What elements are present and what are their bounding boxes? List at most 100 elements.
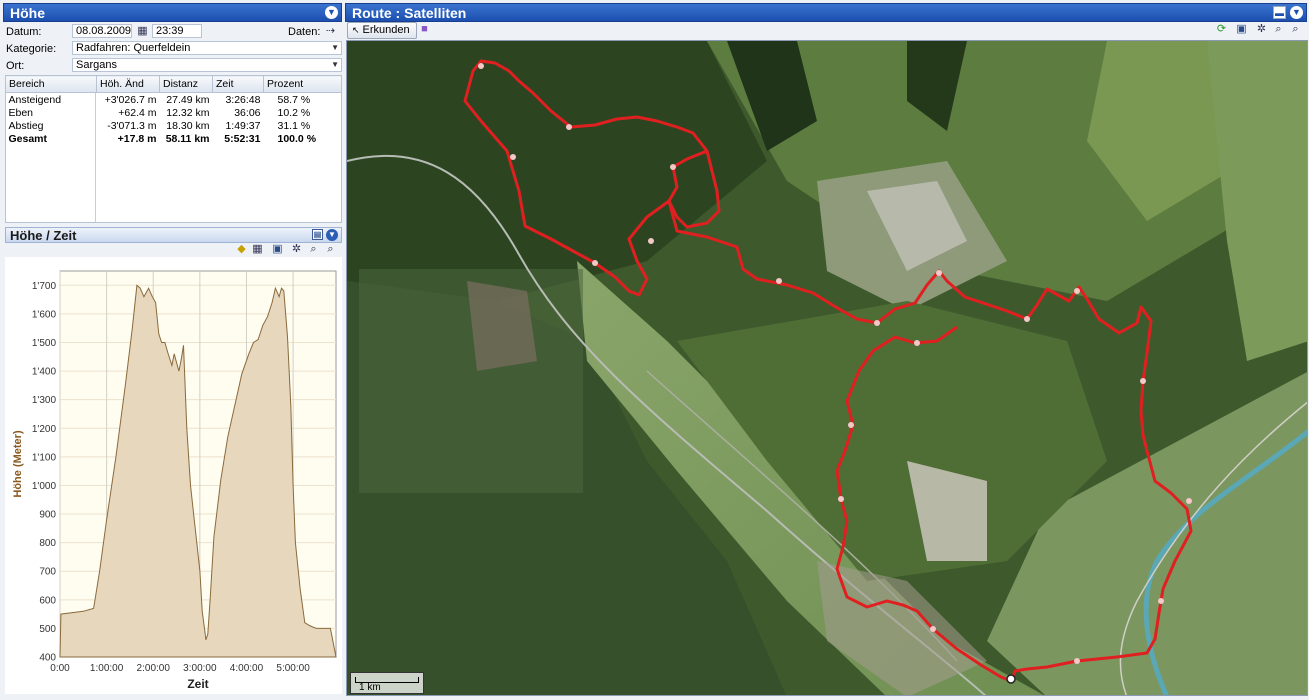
zoom-in-icon[interactable]: ⌕ (307, 243, 320, 256)
cell-bereich: Ansteigend (8, 93, 62, 106)
route-marker (914, 340, 920, 346)
x-tick-label: 1:00:00 (90, 663, 124, 674)
table-row[interactable]: Ansteigend +3'026.7 m 27.49 km 3:26:48 5… (6, 93, 342, 107)
x-tick-label: 5:00:00 (276, 663, 310, 674)
chart-panel-title: Höhe / Zeit ▤ ▼ (5, 227, 342, 243)
cell-prozent: 10.2 % (277, 106, 311, 119)
datum-row: Datum: 08.08.2009 ▦ 23:39 Daten: ⇢ (6, 24, 342, 40)
ort-row: Ort: Sargans ▼ (6, 58, 342, 74)
kategorie-label: Kategorie: (6, 43, 57, 55)
table-row[interactable]: Eben +62.4 m 12.32 km 36:06 10.2 % (6, 106, 342, 119)
datum-field[interactable]: 08.08.2009 (72, 24, 132, 38)
zoom-out-icon[interactable]: ⌕ (324, 243, 337, 256)
y-tick-label: 700 (39, 567, 56, 578)
chevron-down-icon[interactable]: ▼ (1290, 6, 1303, 19)
route-marker (566, 124, 572, 130)
diamond-icon[interactable]: ◆ (235, 243, 248, 256)
route-marker (930, 626, 936, 632)
chevron-down-icon[interactable]: ▼ (325, 6, 338, 19)
column-header-zeit[interactable]: Zeit (212, 75, 264, 93)
ort-label: Ort: (6, 60, 25, 72)
route-marker (1024, 316, 1030, 322)
kategorie-select-value: Radfahren: Querfeldein (76, 42, 191, 54)
x-axis-label: Zeit (187, 677, 208, 691)
chart-toolbar: ◆ ▦ ▣ ✲ ⌕ ⌕ (5, 243, 342, 257)
table-row-total[interactable]: Gesamt +17.8 m 58.11 km 5:52:31 100.0 % (6, 132, 342, 145)
ort-select[interactable]: Sargans ▼ (72, 58, 342, 72)
y-tick-label: 1'000 (32, 481, 57, 492)
cell-bereich: Abstieg (8, 119, 44, 132)
y-axis-label: Höhe (Meter) (12, 430, 24, 498)
y-tick-label: 1'100 (32, 452, 57, 463)
zoom-out-icon[interactable]: ⌕ (1289, 23, 1302, 36)
map-canvas[interactable] (347, 41, 1308, 696)
refresh-icon[interactable]: ⟳ (1215, 23, 1228, 36)
gear-icon[interactable]: ✲ (1255, 23, 1268, 36)
kategorie-row: Kategorie: Radfahren: Querfeldein ▼ (6, 41, 342, 57)
datum-label: Datum: (6, 26, 42, 38)
cell-hoehe: +62.4 m (118, 106, 157, 119)
route-marker (848, 422, 854, 428)
stats-table: Bereich Höh. Änd Distanz Zeit Prozent An… (5, 75, 342, 145)
x-tick-label: 0:00 (50, 663, 70, 674)
kategorie-select[interactable]: Radfahren: Querfeldein ▼ (72, 41, 342, 55)
cell-distanz: 18.30 km (166, 119, 210, 132)
route-marker (874, 320, 880, 326)
town-area (467, 281, 537, 371)
route-marker (776, 278, 782, 284)
y-tick-label: 1'500 (32, 338, 57, 349)
cell-hoehe: +17.8 m (117, 132, 157, 145)
cell-bereich: Eben (8, 106, 34, 119)
route-marker (648, 238, 654, 244)
table-icon[interactable]: ▦ (251, 243, 264, 256)
cell-distanz: 58.11 km (165, 132, 210, 145)
gear-icon[interactable]: ✲ (290, 243, 303, 256)
save-icon[interactable]: ▣ (271, 243, 284, 256)
column-header-bereich[interactable]: Bereich (5, 75, 97, 93)
satellite-map[interactable] (346, 40, 1308, 696)
cell-distanz: 27.49 km (166, 93, 210, 106)
zoom-in-icon[interactable]: ⌕ (1272, 23, 1285, 36)
cell-zeit: 1:49:37 (225, 119, 261, 132)
cell-distanz: 12.32 km (166, 106, 210, 119)
y-tick-label: 1'300 (32, 395, 57, 406)
cell-prozent: 31.1 % (277, 119, 311, 132)
chart-panel-title-text: Höhe / Zeit (10, 228, 77, 243)
layout-icon[interactable]: ▬ (1273, 6, 1286, 19)
ort-select-value: Sargans (76, 59, 117, 71)
y-tick-label: 900 (39, 510, 56, 521)
save-icon[interactable]: ▣ (1235, 23, 1248, 36)
x-tick-label: 2:00:00 (137, 663, 171, 674)
calendar-icon[interactable]: ▦ (136, 25, 149, 38)
column-header-hoehe[interactable]: Höh. Änd (96, 75, 160, 93)
chevron-down-icon[interactable]: ▼ (326, 229, 338, 241)
elevation-chart: 400 500 600 700 800 900 1'000 1'100 1'200 1'300 1'… (12, 270, 337, 691)
cell-hoehe: +3'026.7 m (104, 93, 157, 106)
column-header-distanz[interactable]: Distanz (159, 75, 213, 93)
layout-icon[interactable]: ▤ (312, 229, 323, 240)
hoehe-panel-title-text: Höhe (10, 5, 45, 21)
map-panel-title-text: Route : Satelliten (352, 5, 467, 21)
chevron-down-icon: ▼ (331, 60, 339, 69)
chevron-down-icon: ▼ (331, 43, 339, 52)
layer-icon[interactable]: ■ (418, 23, 431, 36)
y-tick-label: 1'200 (32, 424, 57, 435)
cell-hoehe: -3'071.3 m (107, 119, 157, 132)
route-marker (478, 63, 484, 69)
data-import-icon[interactable]: ⇢ (324, 25, 337, 38)
route-marker (510, 154, 516, 160)
route-marker (936, 270, 942, 276)
time-field[interactable]: 23:39 (152, 24, 202, 38)
x-tick-label: 4:00:00 (230, 663, 264, 674)
cell-bereich: Gesamt (8, 132, 48, 145)
table-header-row: Bereich Höh. Änd Distanz Zeit Prozent (5, 75, 342, 93)
start-point-icon[interactable] (1006, 674, 1016, 684)
route-marker (1140, 378, 1146, 384)
route-marker (592, 260, 598, 266)
table-row[interactable]: Abstieg -3'071.3 m 18.30 km 1:49:37 31.1… (6, 119, 342, 132)
map-scale: 1 km (350, 672, 424, 694)
daten-label: Daten: (288, 26, 321, 38)
elevation-chart-area: 400 500 600 700 800 900 1'000 1'100 1'200 1'300 1'… (5, 257, 342, 694)
column-header-prozent[interactable]: Prozent (263, 75, 342, 93)
erkunden-button[interactable]: ↖ Erkunden (347, 22, 417, 39)
